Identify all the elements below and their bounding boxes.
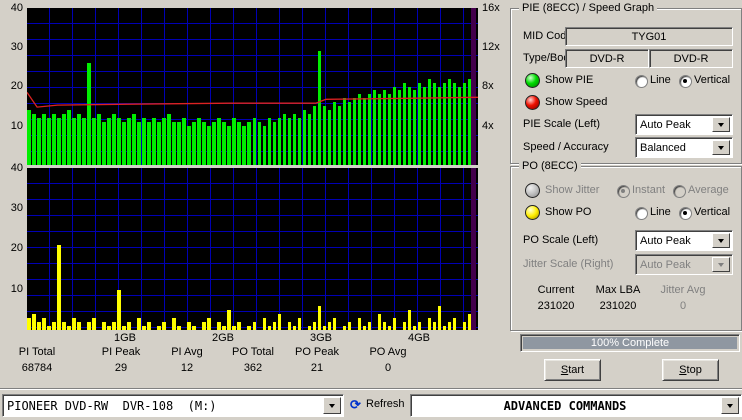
divider [0, 388, 742, 390]
chevron-down-icon[interactable] [712, 140, 730, 155]
stat-pi-peak-label: PI Peak [101, 346, 141, 358]
pie-y-tick-10: 10 [10, 120, 23, 132]
jitter-instant-label: Instant [632, 184, 666, 196]
stat-pi-avg-label: PI Avg [171, 346, 203, 358]
speed-accuracy-label: Speed / Accuracy [523, 141, 609, 153]
speed-tick-8x: 8x [482, 80, 494, 92]
jitter-scale-value: Auto Peak [640, 259, 691, 271]
current-value: 231020 [537, 300, 575, 312]
po-scale-label: PO Scale (Left) [523, 234, 599, 246]
show-jitter-led-icon [525, 183, 540, 198]
stat-pi-total-value: 68784 [21, 362, 53, 374]
jitter-avg-value: 0 [679, 300, 687, 312]
speed-accuracy-value: Balanced [640, 142, 686, 154]
po-graph-plot [27, 168, 478, 330]
pie-speed-group: PIE (8ECC) / Speed Graph MID Code TYG01 … [510, 2, 742, 164]
book-field: DVD-R [649, 49, 733, 68]
po-line-radio-label[interactable]: Line [650, 207, 671, 218]
stat-pi-avg-value: 12 [180, 362, 194, 374]
grid [27, 168, 478, 330]
po-scale-combo[interactable]: Auto Peak [635, 230, 733, 251]
type-field: DVD-R [565, 49, 649, 68]
chevron-down-icon [712, 257, 730, 272]
po-group-title: PO (8ECC) [519, 160, 581, 172]
chevron-down-icon[interactable] [712, 233, 730, 248]
stat-po-peak-value: 21 [310, 362, 324, 374]
pie-line-radio[interactable] [635, 75, 648, 88]
show-speed-led-icon[interactable] [525, 95, 540, 110]
stat-po-total-label: PO Total [232, 346, 274, 358]
show-jitter-label: Show Jitter [545, 184, 600, 196]
pie-vertical-radio-label[interactable]: Vertical [694, 75, 730, 86]
progress-fill: 100% Complete [523, 337, 737, 349]
po-vertical-radio-label[interactable]: Vertical [694, 207, 730, 218]
po-scale-value: Auto Peak [640, 235, 691, 247]
pie-scale-label: PIE Scale (Left) [523, 118, 601, 130]
stat-po-total-value: 362 [243, 362, 263, 374]
max-lba-value: 231020 [599, 300, 637, 312]
speed-accuracy-combo[interactable]: Balanced [635, 137, 733, 158]
advanced-commands-value: ADVANCED COMMANDS [503, 399, 627, 413]
po-group: PO (8ECC) Show Jitter Instant Average Sh… [510, 160, 742, 331]
chevron-down-icon[interactable] [323, 397, 341, 414]
show-po-label[interactable]: Show PO [545, 207, 591, 218]
jitter-scale-label: Jitter Scale (Right) [523, 258, 614, 270]
jitter-average-radio [673, 185, 686, 198]
po-y-tick-20: 20 [10, 242, 23, 254]
refresh-label[interactable]: Refresh [366, 399, 405, 410]
jitter-instant-radio [617, 185, 630, 198]
jitter-scale-combo: Auto Peak [635, 254, 733, 275]
jitter-average-label: Average [688, 184, 729, 196]
stat-pi-peak-value: 29 [114, 362, 128, 374]
start-button[interactable]: Start [544, 359, 601, 381]
jitter-avg-label: Jitter Avg [660, 284, 706, 296]
stat-po-avg-value: 0 [384, 362, 392, 374]
pie-vertical-radio[interactable] [679, 75, 692, 88]
pie-group-title: PIE (8ECC) / Speed Graph [519, 2, 658, 14]
pie-graph-plot [27, 8, 478, 165]
show-po-led-icon[interactable] [525, 205, 540, 220]
x-tick-3gb: 3GB [309, 332, 332, 344]
stop-button-label: Stop [679, 364, 702, 376]
max-lba-label: Max LBA [595, 284, 641, 296]
advanced-commands-combo[interactable]: ADVANCED COMMANDS [410, 394, 742, 417]
pie-line-radio-label[interactable]: Line [650, 75, 671, 86]
drive-select-combo[interactable]: PIONEER DVD-RW DVR-108 (M:) [2, 394, 344, 417]
app-window: 40 30 20 10 16x 12x 8x 4x 40 30 20 10 1G… [0, 0, 742, 420]
show-pie-led-icon[interactable] [525, 73, 540, 88]
x-tick-1gb: 1GB [113, 332, 136, 344]
po-y-tick-40: 40 [10, 162, 23, 174]
pie-y-tick-30: 30 [10, 41, 23, 53]
speed-tick-12x: 12x [482, 41, 500, 53]
show-pie-label[interactable]: Show PIE [545, 75, 593, 86]
pie-scale-value: Auto Peak [640, 119, 691, 131]
stat-pi-total-label: PI Total [18, 346, 56, 358]
chevron-down-icon[interactable] [721, 397, 739, 414]
progress-bar: 100% Complete [520, 334, 740, 352]
refresh-icon[interactable]: ⟳ [350, 398, 361, 411]
po-y-tick-10: 10 [10, 283, 23, 295]
po-vertical-radio[interactable] [679, 207, 692, 220]
pie-scale-combo[interactable]: Auto Peak [635, 114, 733, 135]
po-line-radio[interactable] [635, 207, 648, 220]
stat-po-peak-label: PO Peak [294, 346, 340, 358]
chevron-down-icon[interactable] [712, 117, 730, 132]
mid-code-field: TYG01 [565, 27, 733, 46]
stop-button[interactable]: Stop [662, 359, 719, 381]
progress-label: 100% Complete [590, 337, 670, 349]
start-button-label: Start [560, 364, 585, 376]
po-y-tick-30: 30 [10, 202, 23, 214]
speed-tick-4x: 4x [482, 120, 494, 132]
x-tick-2gb: 2GB [211, 332, 234, 344]
speed-tick-16x: 16x [482, 2, 500, 14]
current-label: Current [537, 284, 575, 296]
x-tick-4gb: 4GB [407, 332, 430, 344]
drive-select-value: PIONEER DVD-RW DVR-108 (M:) [7, 399, 217, 413]
pie-y-tick-40: 40 [10, 2, 23, 14]
show-speed-label[interactable]: Show Speed [545, 97, 607, 108]
pie-y-tick-20: 20 [10, 80, 23, 92]
stat-po-avg-label: PO Avg [369, 346, 407, 358]
